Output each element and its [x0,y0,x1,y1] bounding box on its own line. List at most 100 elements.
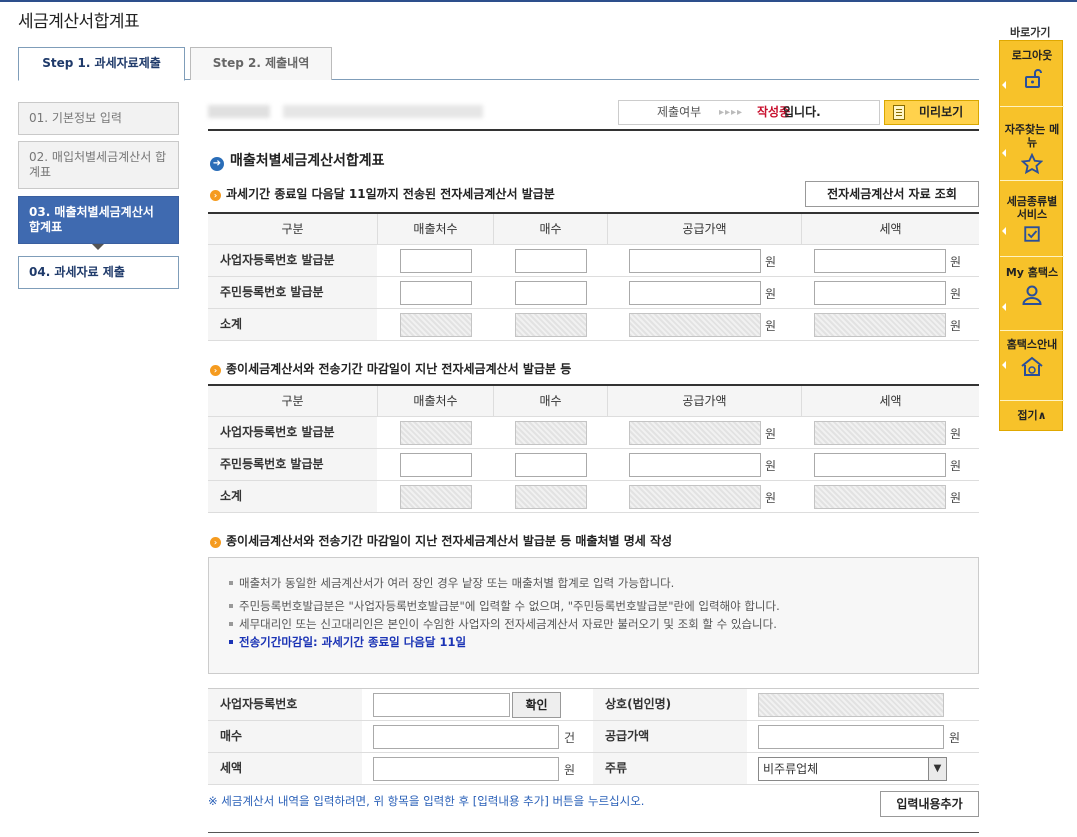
table-header-row: 구분 매출처수 매수 공급가액 세액 [208,386,979,417]
count-input-disabled [515,485,587,509]
quick-logout[interactable]: 로그아웃 [1000,41,1064,107]
quick-hometax-guide[interactable]: 홈택스안내 [1000,331,1064,401]
tax-label: 세액 [208,753,362,784]
home-info-icon [1000,355,1064,383]
section3-title-text: 종이세금계산서와 전송기간 마감일이 지난 전자세금계산서 발급분 등 매출처별… [226,534,673,548]
step-item-purchase[interactable]: 02. 매입처별세금계산서 합계표 [18,141,179,189]
count-input[interactable] [515,249,587,273]
col-header-supply: 공급가액 [607,386,801,416]
biz-no-label: 사업자등록번호 [208,689,362,720]
person-icon [1000,283,1064,311]
section2-title: › 종이세금계산서와 전송기간 마감일이 지난 전자세금계산서 발급분 등 [210,360,571,377]
liquor-type-value: 비주류업체 [763,762,819,776]
unit-label: 원 [950,491,962,505]
table-electronic: 구분 매출처수 매수 공급가액 세액 사업자등록번호 발급분 원 원 주민등록번… [208,212,979,341]
count-field[interactable] [373,725,559,749]
supply-unit: 원 [949,731,961,745]
header-divider [208,129,979,131]
quick-menu-title: 바로가기 [1010,26,1051,39]
count-unit: 건 [564,731,576,745]
form-row: 사업자등록번호 확인 상호(법인명) [208,689,979,721]
col-header-count: 매수 [493,386,607,416]
step-item-basic-info[interactable]: 01. 기본정보 입력 [18,102,179,135]
add-entry-button[interactable]: 입력내용추가 [880,791,979,817]
page-title: 세금계산서합계표 [18,12,140,32]
tax-input[interactable] [814,281,946,305]
buyers-input-disabled [400,485,472,509]
top-accent-line [0,0,1077,2]
tax-field[interactable] [373,757,559,781]
buyers-input[interactable] [400,249,472,273]
buyers-input[interactable] [400,453,472,477]
unit-label: 원 [765,491,777,505]
supply-label: 공급가액 [593,721,747,752]
biz-no-input[interactable] [373,693,510,717]
section1-title: › 과세기간 종료일 다음달 11일까지 전송된 전자세금계산서 발급분 [210,185,555,202]
row-label: 사업자등록번호 발급분 [208,245,377,276]
form-row: 매수 건 공급가액 원 [208,721,979,753]
bullet-arrow-icon: › [210,537,221,548]
buyers-input-disabled [400,313,472,337]
col-header-tax: 세액 [801,386,979,416]
supply-input[interactable] [629,281,761,305]
tax-input[interactable] [814,249,946,273]
info-line: 주민등록번호발급분은 "사업자등록번호발급분"에 입력할 수 없으며, "주민등… [229,598,780,614]
tab-step1[interactable]: Step 1. 과세자료제출 [18,47,185,81]
liquor-type-select[interactable]: 비주류업체 ▼ [758,757,947,781]
tax-input-disabled [814,421,946,445]
tax-unit: 원 [564,763,576,777]
company-label: 상호(법인명) [593,689,747,720]
step-item-submit[interactable]: 04. 과세자료 제출 [18,256,179,289]
section-title: ➜ 매출처별세금계산서합계표 [210,150,385,171]
tab-step2[interactable]: Step 2. 제출내역 [190,47,332,80]
step-item-sales[interactable]: 03. 매출처별세금계산서 합계표 [18,196,179,244]
supply-input[interactable] [629,249,761,273]
quick-menu: 로그아웃 자주찾는 메뉴 세금종류별 서비스 My 홈택스 홈택스안내 접기∧ [999,40,1064,431]
col-header-count: 매수 [493,214,607,244]
col-header-buyers: 매출처수 [377,214,493,244]
count-input-disabled [515,313,587,337]
col-header-type: 구분 [281,222,304,236]
unit-label: 원 [765,427,777,441]
star-icon [1000,152,1064,179]
unit-label: 원 [950,427,962,441]
info-line: 매출처가 동일한 세금계산서가 여러 장인 경우 낱장 또는 매출처별 합계로 … [229,575,674,591]
preview-button[interactable]: 미리보기 [884,100,979,125]
submission-status: 제출여부 ▸▸▸▸ 작성중 입니다. [618,100,880,125]
row-label: 소계 [208,309,377,340]
count-input[interactable] [515,453,587,477]
form-note: ※ 세금계산서 내역을 입력하려면, 위 항목을 입력한 후 [입력내용 추가]… [208,794,645,808]
preview-label: 미리보기 [919,105,964,119]
col-header-tax: 세액 [801,214,979,244]
step-arrow-icon [92,244,104,250]
bullet-arrow-icon: › [210,365,221,376]
table-row: 주민등록번호 발급분 원 원 [208,449,979,481]
count-input[interactable] [515,281,587,305]
entry-form: 사업자등록번호 확인 상호(법인명) 매수 건 공급가액 원 세액 원 주류 비… [208,688,979,785]
table-paper: 구분 매출처수 매수 공급가액 세액 사업자등록번호 발급분 원 원 주민등록번… [208,384,979,513]
quick-fold-button[interactable]: 접기∧ [1000,401,1064,431]
info-box: 매출처가 동일한 세금계산서가 여러 장인 경우 낱장 또는 매출처별 합계로 … [208,557,979,674]
count-label: 매수 [208,721,362,752]
step-tabs: Step 1. 과세자료제출 Step 2. 제출내역 [18,47,979,81]
buyers-input[interactable] [400,281,472,305]
tax-input[interactable] [814,453,946,477]
confirm-button[interactable]: 확인 [512,692,561,718]
section3-title: › 종이세금계산서와 전송기간 마감일이 지난 전자세금계산서 발급분 등 매출처… [210,532,672,549]
count-input-disabled [515,421,587,445]
chevron-down-icon: ▼ [928,758,946,780]
table-row: 소계 원 원 [208,309,979,341]
unit-label: 원 [765,255,777,269]
table-row: 주민등록번호 발급분 원 원 [208,277,979,309]
quick-favorites[interactable]: 자주찾는 메뉴 [1000,107,1064,181]
quick-my-hometax[interactable]: My 홈택스 [1000,257,1064,331]
form-row: 세액 원 주류 비주류업체 ▼ [208,753,979,785]
unit-label: 원 [765,319,777,333]
supply-field[interactable] [758,725,944,749]
unit-label: 원 [765,459,777,473]
supply-input[interactable] [629,453,761,477]
liquor-type-label: 주류 [593,753,747,784]
unit-label: 원 [950,287,962,301]
etax-lookup-button[interactable]: 전자세금계산서 자료 조회 [805,181,979,207]
quick-tax-services[interactable]: 세금종류별 서비스 [1000,181,1064,257]
